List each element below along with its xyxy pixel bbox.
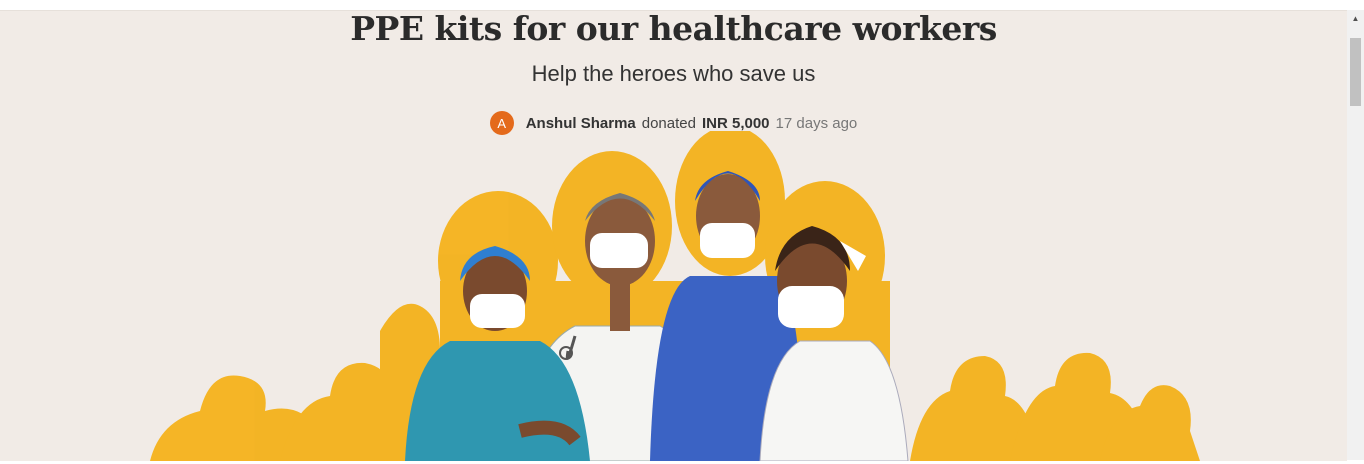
campaign-title: PPE kits for our healthcare workers [350,10,997,48]
donation-time: 17 days ago [775,114,858,132]
scroll-up-arrow-icon[interactable]: ▲ [1347,10,1364,27]
campaign-subtitle: Help the heroes who save us [531,61,816,86]
donor-name: Anshul Sharma [525,114,636,132]
scroll-thumb[interactable] [1350,38,1361,106]
campaign-hero: PPE kits for our healthcare workers Help… [0,10,1347,461]
healthcare-workers-illustration [150,131,1200,461]
donation-amount: INR 5,000 [701,114,770,132]
vertical-scrollbar[interactable]: ▲ [1347,10,1364,460]
donation-verb: donated [641,114,696,132]
